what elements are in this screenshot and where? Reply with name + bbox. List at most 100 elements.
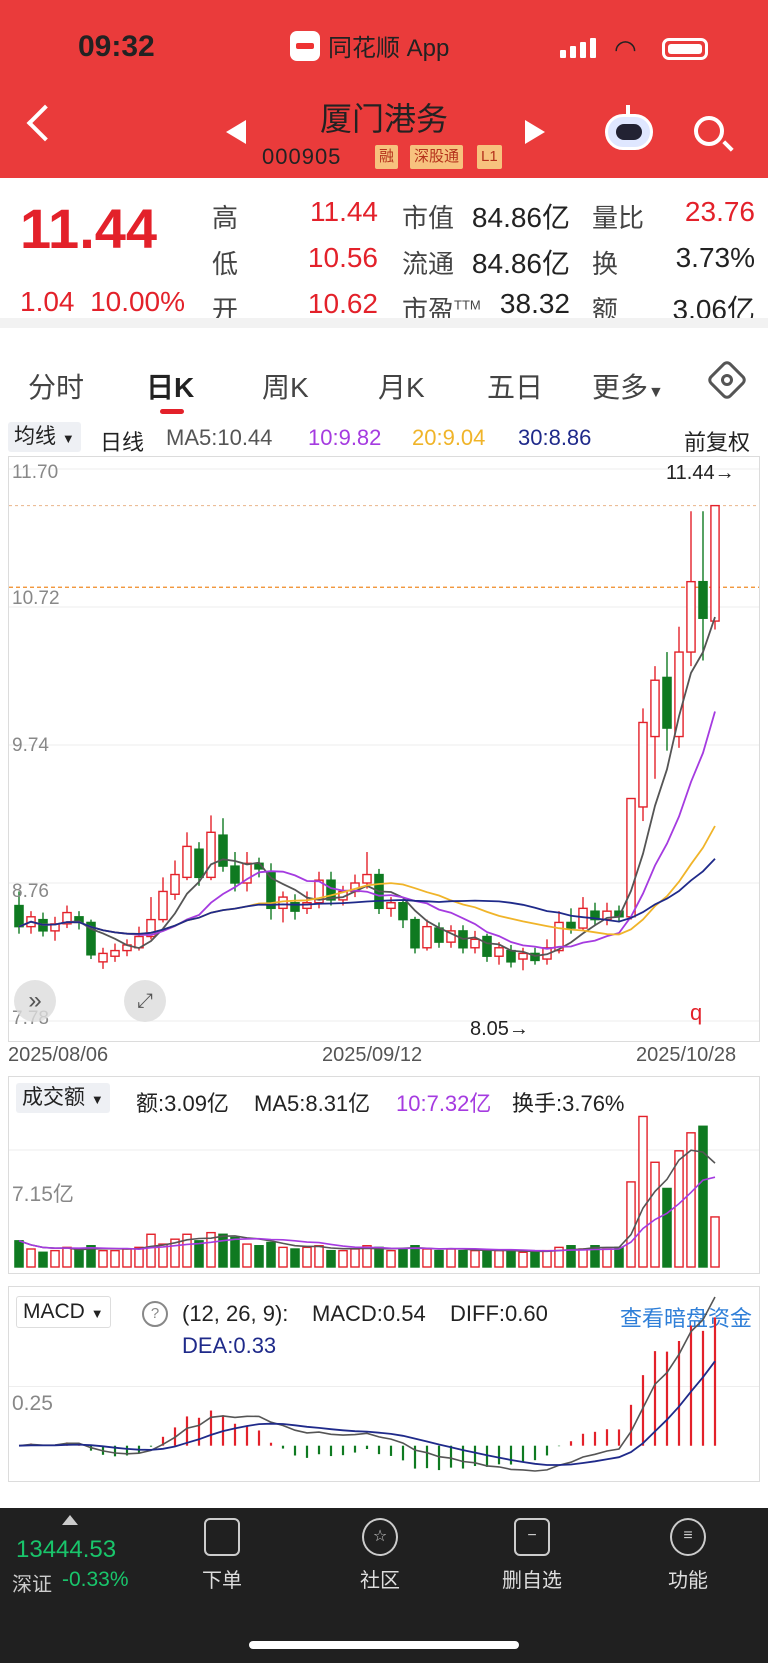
chevron-down-icon: ▼ <box>648 384 664 401</box>
divider <box>0 318 768 328</box>
volume-bar <box>290 1248 300 1268</box>
wifi-icon: ◠ <box>614 34 637 64</box>
volume-bar <box>38 1251 48 1268</box>
volume-bar <box>350 1248 360 1268</box>
index-change: -0.33% <box>62 1568 129 1591</box>
volume-bar <box>146 1233 156 1268</box>
label-float: 流通 <box>402 249 455 279</box>
label-low: 低 <box>212 249 239 279</box>
order-icon <box>204 1518 240 1556</box>
tab-weekly-k[interactable]: 周K <box>262 366 309 406</box>
tab-daily-k[interactable]: 日K <box>146 366 194 406</box>
candle <box>158 890 168 921</box>
index-toggle-icon[interactable] <box>62 1515 78 1525</box>
nav-order[interactable]: 下单 <box>172 1518 272 1593</box>
signal-marker-icon[interactable]: q <box>690 1000 702 1026</box>
candle <box>362 873 372 884</box>
tab-monthly-k[interactable]: 月K <box>378 366 425 406</box>
volume-bar <box>470 1249 480 1268</box>
fullscreen-icon[interactable]: ⤢ <box>124 980 166 1022</box>
volume-bar <box>338 1249 348 1268</box>
ma5-value: MA5:10.44 <box>166 425 273 450</box>
macd-chart[interactable] <box>8 1286 760 1482</box>
ma30-value: 30:8.86 <box>518 425 592 450</box>
ma20-value: 20:9.04 <box>412 425 486 450</box>
volume-bar <box>314 1245 324 1268</box>
candle <box>110 949 120 957</box>
volume-bar <box>614 1246 624 1268</box>
tab-more[interactable]: 更多▼ <box>592 366 664 406</box>
kline-chart[interactable] <box>8 456 760 1042</box>
volume-bar <box>302 1246 312 1268</box>
home-indicator <box>249 1641 519 1649</box>
candle <box>650 679 660 738</box>
app-name: 同花顺 App <box>328 35 450 62</box>
volume-bar <box>446 1248 456 1268</box>
y-tick: 10.72 <box>12 588 60 609</box>
volume-chart[interactable] <box>8 1076 760 1274</box>
value-low: 10.56 <box>307 242 378 273</box>
price-change: 1.04 10.00% <box>20 286 186 317</box>
macd-svg <box>9 1296 759 1472</box>
candle <box>14 904 24 928</box>
candle <box>386 902 396 910</box>
macd-tick: 0.25 <box>12 1392 53 1415</box>
volume-bar <box>62 1246 72 1268</box>
volume-bar <box>122 1248 132 1268</box>
volume-bar <box>626 1181 636 1268</box>
nav-functions[interactable]: ≡ 功能 <box>638 1518 738 1593</box>
battery-icon <box>662 38 708 60</box>
dea-line <box>18 1360 716 1466</box>
volume-bar <box>50 1249 60 1268</box>
volume-tick: 7.15亿 <box>12 1183 74 1206</box>
current-price: 11.44 <box>20 197 158 260</box>
tag-connect: 深股通 <box>410 145 464 169</box>
ma-type-select[interactable]: 均线 ▼ <box>8 422 81 452</box>
volume-bar <box>530 1251 540 1268</box>
candle <box>170 873 180 895</box>
candle <box>662 676 672 729</box>
value-turnover: 3.73% <box>675 242 755 273</box>
max-price-label: 11.44→ <box>666 462 735 484</box>
value-high: 11.44 <box>310 196 378 227</box>
search-icon[interactable] <box>694 116 724 146</box>
volume-bar <box>74 1248 84 1268</box>
expand-left-icon[interactable]: » <box>14 980 56 1022</box>
status-app: 同花顺 App <box>290 28 449 63</box>
candle <box>470 938 480 949</box>
volume-bar <box>14 1240 24 1268</box>
volume-svg <box>9 1115 759 1268</box>
minus-icon: − <box>514 1518 550 1556</box>
volume-bar <box>506 1249 516 1268</box>
adjust-mode[interactable]: 前复权 <box>684 425 750 457</box>
stock-code: 000905 <box>262 144 342 169</box>
vol-ma5-line <box>18 1149 716 1253</box>
tab-intraday[interactable]: 分时 <box>28 366 84 406</box>
signal-icon <box>560 38 596 58</box>
volume-bar <box>578 1248 588 1268</box>
volume-bar <box>230 1236 240 1268</box>
candle <box>422 925 432 949</box>
nav-remove-watchlist[interactable]: − 删自选 <box>482 1518 582 1593</box>
value-pe: 38.32 <box>499 288 570 319</box>
x-tick: 2025/10/28 <box>636 1044 737 1066</box>
index-value[interactable]: 13444.53 <box>16 1536 116 1564</box>
tab-five-day[interactable]: 五日 <box>487 366 543 406</box>
nav-community[interactable]: ☆ 社区 <box>330 1518 430 1593</box>
candle <box>482 935 492 957</box>
volume-bar <box>638 1115 648 1268</box>
volume-bar <box>26 1248 36 1268</box>
chevron-down-icon: ▼ <box>61 431 75 446</box>
kline-svg <box>9 468 759 1022</box>
candle <box>686 580 696 653</box>
candle <box>278 896 288 910</box>
volume-bar <box>602 1248 612 1268</box>
settings-icon[interactable] <box>705 358 749 402</box>
candle <box>566 921 576 929</box>
value-mcap: 84.86亿 <box>471 202 570 233</box>
candle <box>398 902 408 921</box>
volume-bar <box>482 1249 492 1268</box>
volume-bar <box>494 1249 504 1268</box>
menu-icon: ≡ <box>670 1518 706 1556</box>
robot-assistant-icon[interactable] <box>605 105 653 150</box>
